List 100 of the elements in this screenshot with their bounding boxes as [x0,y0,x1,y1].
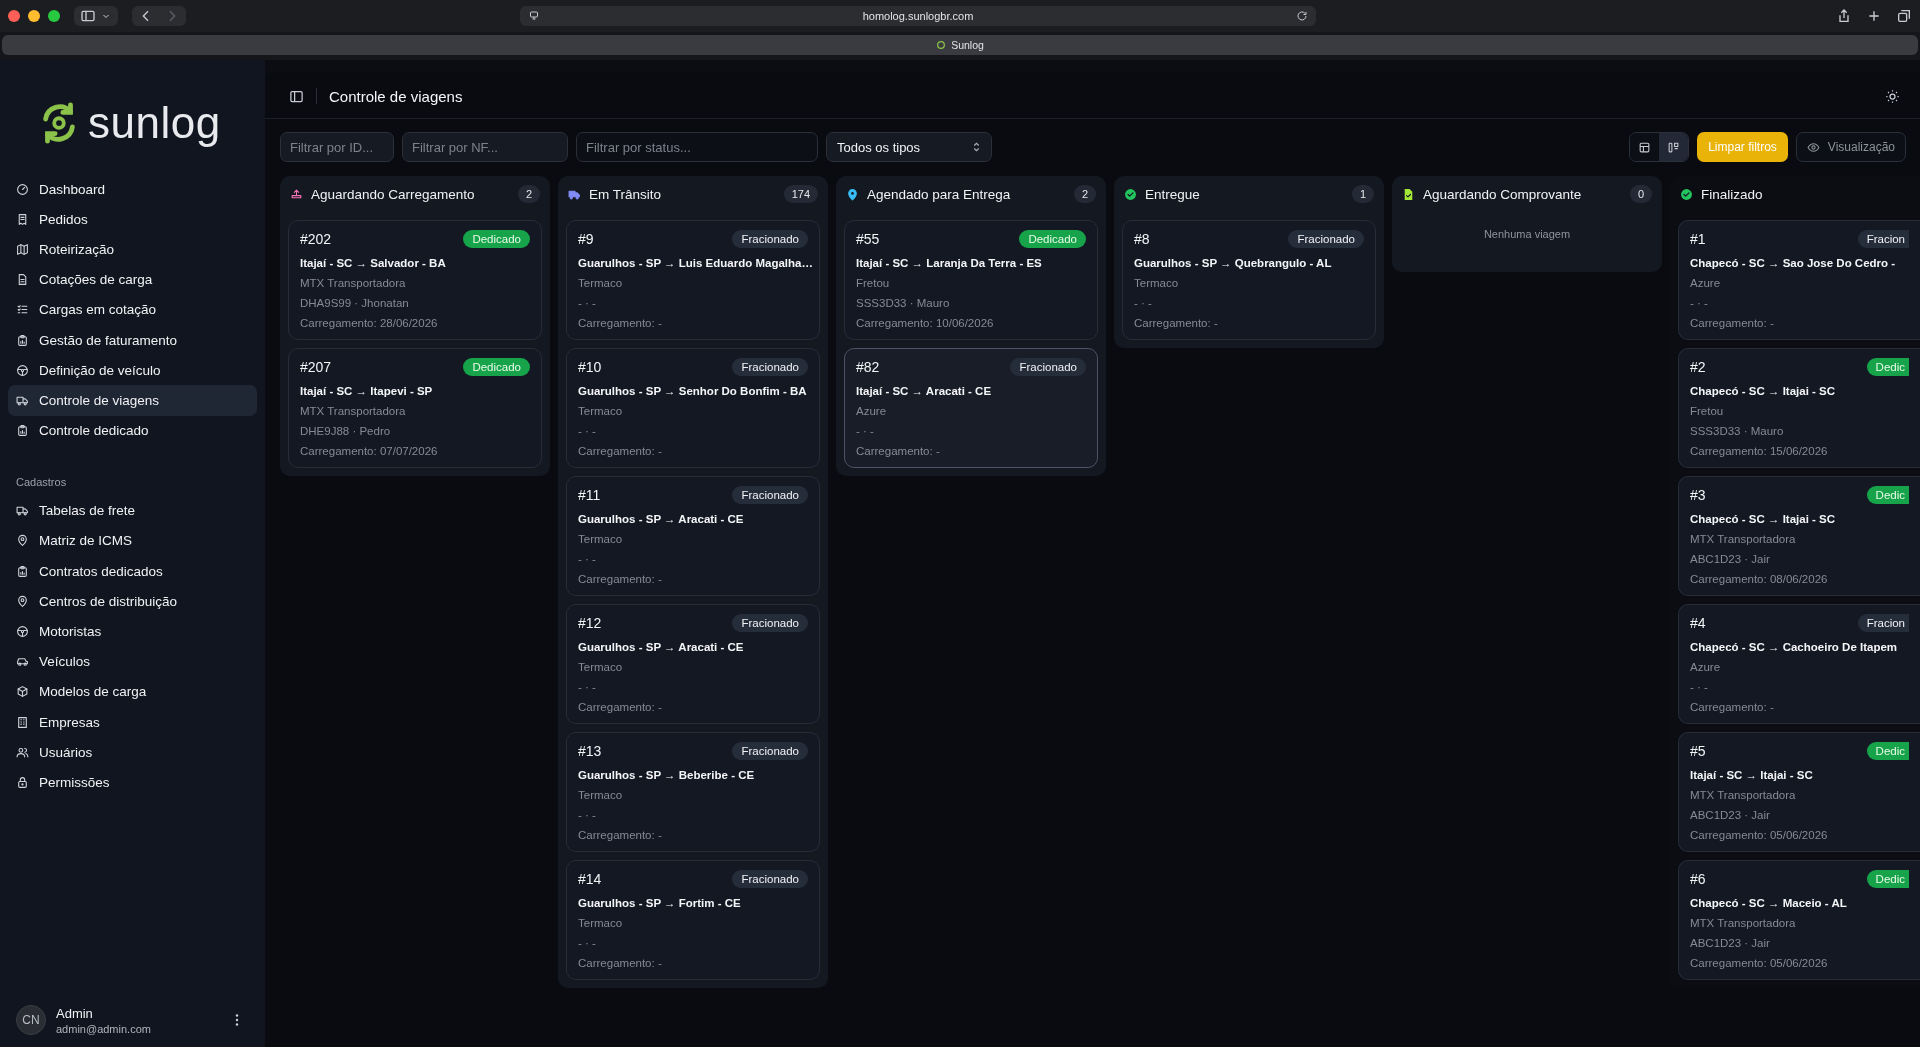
trip-card[interactable]: #10 Fracionado Guarulhos - SP → Senhor Do Bonfim - BA Termaco - · - Carregamento: - [566,348,820,468]
table-view-button[interactable] [1630,133,1660,161]
type-badge: Fracionado [1288,230,1364,248]
trip-card[interactable]: #5 Dedic Itajaí - SC → Itajai - SC MTX Transportadora ABC1D23 · Jair Carregamento: 05/06/2026 [1678,732,1920,852]
loading-date-text: Carregamento: 05/06/2026 [1690,828,1829,843]
sidebar-item[interactable]: Controle de viagens [8,385,257,416]
route-text: Chapecó - SC → Maceio - AL [1690,896,1848,911]
sidebar-item[interactable]: Cargas em cotação [8,294,257,325]
trip-id: #207 [300,359,332,375]
page-title: Controle de viagens [329,87,463,105]
steering-wheel-icon [16,625,29,639]
sidebar-item[interactable]: Usuários [8,737,257,768]
logo-text: sunlog [88,101,221,145]
view-options-button[interactable]: Visualização [1795,132,1906,162]
car-icon [16,655,29,669]
type-badge: Dedic [1866,486,1909,504]
trip-card[interactable]: #4 Fracion Chapecó - SC → Cachoeiro De Itapem Azure - · - Carregamento: - [1678,604,1920,724]
zoom-window-button[interactable] [48,10,60,22]
trip-card[interactable]: #6 Dedic Chapecó - SC → Maceio - AL MTX Transportadora ABC1D23 · Jair Carregamento: 05/06/2026 [1678,860,1920,980]
sidebar-item[interactable]: Permissões [8,767,257,798]
vehicle-driver-text: ABC1D23 · Jair [1690,936,1771,951]
trip-card[interactable]: #12 Fracionado Guarulhos - SP → Aracati - CE Termaco - · - Carregamento: - [566,604,820,724]
table-icon [1638,140,1652,154]
sidebar-item[interactable]: Roteirização [8,234,257,265]
status-filter-field[interactable]: Filtrar por status... [576,132,818,162]
building-icon [16,715,29,729]
vehicle-driver-text: - · - [1690,296,1709,311]
close-window-button[interactable] [8,10,20,22]
trip-card[interactable]: #11 Fracionado Guarulhos - SP → Aracati - CE Termaco - · - Carregamento: - [566,476,820,596]
trip-card[interactable]: #207 Dedicado Itajaí - SC → Itapevi - SP MTX Transportadora DHE9J88 · Pedro Carregamento: 07/07/2026 [288,348,542,468]
more-options-icon[interactable] [235,1014,239,1026]
document-icon [16,273,29,287]
type-badge: Dedicado [463,230,530,248]
gauge-icon [16,182,29,196]
trip-id: #3 [1690,487,1706,503]
sidebar-item[interactable]: Veículos [8,646,257,677]
sidebar-item[interactable]: Pedidos [8,204,257,235]
trip-card[interactable]: #202 Dedicado Itajaí - SC → Salvador - BA MTX Transportadora DHA9S99 · Jhonatan Carregamento: 28/06/2026 [288,220,542,340]
share-icon[interactable] [1836,8,1852,24]
sidebar-item[interactable]: Modelos de carga [8,676,257,707]
board-view-button[interactable] [1659,133,1689,161]
sidebar-item[interactable]: Definição de veículo [8,355,257,386]
sidebar-item[interactable]: Tabelas de frete [8,495,257,526]
sidebar-toggle-button[interactable] [74,6,118,26]
vehicle-driver-text: ABC1D23 · Jair [1690,808,1771,823]
trip-id: #13 [578,743,602,759]
type-select[interactable]: Todos os tipos [826,132,992,162]
browser-tab[interactable]: Sunlog [2,35,1918,55]
route-text: Guarulhos - SP → Quebrangulo - AL [1134,256,1333,271]
sidebar-icon [80,8,96,24]
trip-card[interactable]: #13 Fracionado Guarulhos - SP → Beberibe - CE Termaco - · - Carregamento: - [566,732,820,852]
trip-card[interactable]: #9 Fracionado Guarulhos - SP → Luis Eduardo Magalha… Termaco - · - Carregamento: - [566,220,820,340]
sidebar-item[interactable]: Matriz de ICMS [8,525,257,557]
vehicle-driver-text: - · - [578,936,597,951]
minimize-window-button[interactable] [28,10,40,22]
new-tab-icon[interactable] [1866,8,1882,24]
vehicle-driver-text: - · - [856,424,875,439]
route-text: Guarulhos - SP → Aracati - CE [578,512,745,527]
carrier-text: Termaco [578,276,624,291]
reload-icon[interactable] [1296,10,1308,22]
nf-filter-field[interactable]: Filtrar por NF... [402,132,568,162]
theme-toggle-icon[interactable] [1885,88,1900,104]
carrier-text: Azure [1690,660,1722,675]
trip-card[interactable]: #3 Dedic Chapecó - SC → Itajai - SC MTX Transportadora ABC1D23 · Jair Carregamento: 08/06/2026 [1678,476,1920,596]
sidebar-toggle-icon[interactable] [289,88,304,104]
trip-card[interactable]: #1 Fracion Chapecó - SC → Sao Jose Do Cedro - Azure - · - Carregamento: - [1678,220,1920,340]
vehicle-driver-text: - · - [578,808,597,823]
logo-icon [936,40,947,50]
sidebar-item[interactable]: Contratos dedicados [8,556,257,587]
route-text: Itajaí - SC → Aracati - CE [856,384,993,399]
lock-icon [16,775,29,789]
trip-id: #11 [578,487,601,503]
count-badge: 2 [1073,185,1096,203]
loading-date-text: Carregamento: - [1690,700,1775,715]
sidebar-item[interactable]: Controle dedicado [8,415,257,446]
url-text: homolog.sunlogbr.com [861,10,975,22]
sidebar-item[interactable]: Centros de distribuição [8,586,257,617]
users-icon [16,745,29,759]
tabs-overview-icon[interactable] [1896,8,1912,24]
address-bar[interactable]: homolog.sunlogbr.com [520,6,1316,26]
trip-card[interactable]: #2 Dedic Chapecó - SC → Itajai - SC Fretou SSS3D33 · Mauro Carregamento: 15/06/2026 [1678,348,1920,468]
loading-date-text: Carregamento: - [856,444,941,459]
vehicle-driver-text: SSS3D33 · Mauro [856,296,951,311]
sidebar-item[interactable]: Gestão de faturamento [8,324,257,356]
trip-card[interactable]: #14 Fracionado Guarulhos - SP → Fortim - CE Termaco - · - Carregamento: - [566,860,820,980]
id-filter-field[interactable]: Filtrar por ID... [280,132,394,162]
loading-date-text: Carregamento: 05/06/2026 [1690,956,1829,971]
trip-id: #14 [578,871,602,887]
trip-card[interactable]: #55 Dedicado Itajaí - SC → Laranja Da Terra - ES Fretou SSS3D33 · Mauro Carregamento: 10/06/2026 [844,220,1098,340]
chevron-icon [972,141,981,153]
sidebar-item[interactable]: Cotações de carga [8,264,257,295]
vehicle-driver-text: - · - [578,552,597,567]
route-text: Itajaí - SC → Laranja Da Terra - ES [856,256,1043,271]
trip-card[interactable]: #8 Fracionado Guarulhos - SP → Quebrangulo - AL Termaco - · - Carregamento: - [1122,220,1376,340]
sidebar-item[interactable]: Empresas [8,707,257,738]
sidebar-item[interactable]: Dashboard [8,174,257,205]
sidebar-item[interactable]: Motoristas [8,616,257,647]
monitor-icon [528,10,540,22]
trip-card[interactable]: #82 Fracionado Itajaí - SC → Aracati - CE Azure - · - Carregamento: - [844,348,1098,468]
trip-id: #6 [1690,871,1706,887]
